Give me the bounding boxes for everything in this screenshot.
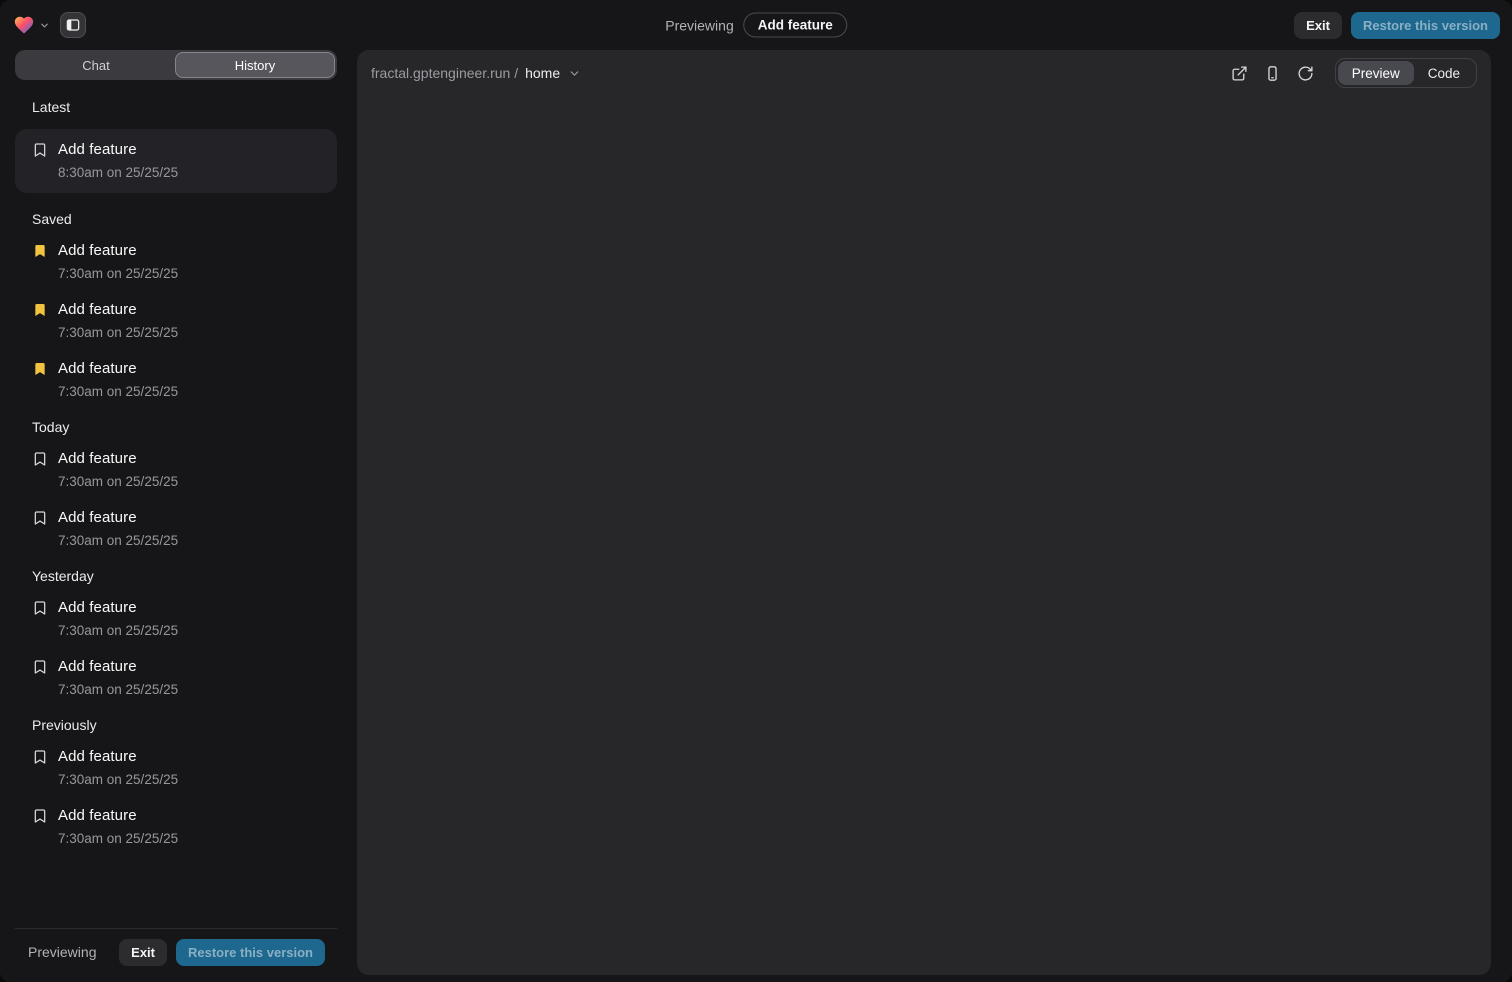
preview-pane-actions: PreviewCode <box>1227 58 1477 88</box>
bookmark-icon <box>32 510 48 526</box>
history-item-title: Add feature <box>58 806 137 826</box>
bookmark-icon <box>32 749 48 765</box>
open-external-button[interactable] <box>1227 60 1253 86</box>
history-item-title: Add feature <box>58 508 137 528</box>
preview-url-prefix: fractal.gptengineer.run / <box>371 65 518 81</box>
history-item[interactable]: Add feature 7:30am on 25/25/25 <box>15 300 337 342</box>
preview-url-selector[interactable]: fractal.gptengineer.run / home <box>371 65 581 81</box>
bookmark-icon <box>32 659 48 675</box>
history-item-title: Add feature <box>58 598 137 618</box>
history-item-title: Add feature <box>58 300 137 320</box>
sidebar-toggle-icon <box>65 17 81 33</box>
content-area: ChatHistory Latest Add feature 8:30am on… <box>0 50 1512 982</box>
bookmark-saved-icon <box>32 302 48 318</box>
history-section: Saved Add feature 7:30am on 25/25/25 <box>15 211 337 401</box>
history-section-title: Yesterday <box>15 568 337 585</box>
bookmark-saved-icon <box>32 361 48 377</box>
chevron-down-icon <box>39 20 50 31</box>
sidebar-footer: Previewing Exit Restore this version <box>15 928 337 975</box>
external-link-icon <box>1231 65 1248 82</box>
history-section: Previously Add feature 7:30am on 25/25/2… <box>15 717 337 848</box>
logo-group[interactable] <box>12 13 50 37</box>
history-section: Yesterday Add feature 7:30am on 25/25/25 <box>15 568 337 699</box>
bookmark-icon <box>32 142 48 158</box>
tab-history[interactable]: History <box>175 52 335 78</box>
history-item-time: 7:30am on 25/25/25 <box>58 681 320 699</box>
history-item-time: 7:30am on 25/25/25 <box>58 532 320 550</box>
preview-viewport[interactable] <box>357 96 1491 975</box>
heart-logo-icon <box>12 13 36 37</box>
history-item[interactable]: Add feature 7:30am on 25/25/25 <box>15 598 337 640</box>
preview-url-page: home <box>525 65 560 81</box>
refresh-icon <box>1297 65 1314 82</box>
history-section-title: Today <box>15 419 337 436</box>
history-item-time: 7:30am on 25/25/25 <box>58 771 320 789</box>
history-item-title: Add feature <box>58 657 137 677</box>
bookmark-icon <box>32 451 48 467</box>
top-bar: Previewing Add feature Exit Restore this… <box>0 0 1512 50</box>
history-item-time: 7:30am on 25/25/25 <box>58 383 320 401</box>
history-section-title: Saved <box>15 211 337 228</box>
history-section-items: Add feature 8:30am on 25/25/25 <box>15 129 337 193</box>
preview-pane: fractal.gptengineer.run / home <box>357 50 1491 975</box>
history-item-time: 8:30am on 25/25/25 <box>58 164 320 182</box>
history-item-title: Add feature <box>58 449 137 469</box>
history-item-title: Add feature <box>58 359 137 379</box>
refresh-button[interactable] <box>1293 60 1319 86</box>
history-item-time: 7:30am on 25/25/25 <box>58 265 320 283</box>
preview-status: Previewing Add feature <box>665 13 847 38</box>
preview-pane-header: fractal.gptengineer.run / home <box>357 50 1491 96</box>
history-item-time: 7:30am on 25/25/25 <box>58 622 320 640</box>
history-section-title: Previously <box>15 717 337 734</box>
history-item-time: 7:30am on 25/25/25 <box>58 324 320 342</box>
view-tab-code[interactable]: Code <box>1414 61 1474 85</box>
version-badge[interactable]: Add feature <box>744 13 847 38</box>
history-item[interactable]: Add feature 7:30am on 25/25/25 <box>15 449 337 491</box>
history-section-items: Add feature 7:30am on 25/25/25 Add featu… <box>15 449 337 550</box>
view-tab-preview[interactable]: Preview <box>1338 61 1414 85</box>
app-window: Previewing Add feature Exit Restore this… <box>0 0 1512 982</box>
history-item-title: Add feature <box>58 140 137 160</box>
sidebar-tabs: ChatHistory <box>15 50 337 80</box>
history-item-time: 7:30am on 25/25/25 <box>58 830 320 848</box>
bookmark-icon <box>32 808 48 824</box>
top-bar-actions: Exit Restore this version <box>1294 12 1500 39</box>
history-item-time: 7:30am on 25/25/25 <box>58 473 320 491</box>
sidebar-toggle-button[interactable] <box>60 12 86 38</box>
previewing-label: Previewing <box>665 17 733 33</box>
chevron-down-icon <box>568 67 581 80</box>
mobile-view-button[interactable] <box>1260 60 1286 86</box>
history-section-items: Add feature 7:30am on 25/25/25 Add featu… <box>15 747 337 848</box>
history-section-items: Add feature 7:30am on 25/25/25 Add featu… <box>15 241 337 401</box>
history-item[interactable]: Add feature 8:30am on 25/25/25 <box>15 129 337 193</box>
history-sidebar: ChatHistory Latest Add feature 8:30am on… <box>15 50 337 975</box>
history-item[interactable]: Add feature 7:30am on 25/25/25 <box>15 359 337 401</box>
history-item[interactable]: Add feature 7:30am on 25/25/25 <box>15 508 337 550</box>
history-item[interactable]: Add feature 7:30am on 25/25/25 <box>15 806 337 848</box>
footer-restore-version-button[interactable]: Restore this version <box>176 939 325 966</box>
history-section: Latest Add feature 8:30am on 25/25/25 <box>15 99 337 193</box>
history-section-title: Latest <box>15 99 337 116</box>
tab-chat[interactable]: Chat <box>17 52 175 78</box>
bookmark-icon <box>32 600 48 616</box>
history-item-title: Add feature <box>58 241 137 261</box>
exit-button[interactable]: Exit <box>1294 12 1342 39</box>
restore-version-button[interactable]: Restore this version <box>1351 12 1500 39</box>
footer-previewing-label: Previewing <box>28 944 96 960</box>
history-list[interactable]: Latest Add feature 8:30am on 25/25/25 Sa… <box>15 80 337 928</box>
view-mode-toggle: PreviewCode <box>1335 58 1477 88</box>
history-item[interactable]: Add feature 7:30am on 25/25/25 <box>15 657 337 699</box>
footer-exit-button[interactable]: Exit <box>119 939 167 966</box>
history-item[interactable]: Add feature 7:30am on 25/25/25 <box>15 241 337 283</box>
smartphone-icon <box>1264 65 1281 82</box>
history-item-title: Add feature <box>58 747 137 767</box>
history-item[interactable]: Add feature 7:30am on 25/25/25 <box>15 747 337 789</box>
history-section-items: Add feature 7:30am on 25/25/25 Add featu… <box>15 598 337 699</box>
history-section: Today Add feature 7:30am on 25/25/25 <box>15 419 337 550</box>
bookmark-saved-icon <box>32 243 48 259</box>
